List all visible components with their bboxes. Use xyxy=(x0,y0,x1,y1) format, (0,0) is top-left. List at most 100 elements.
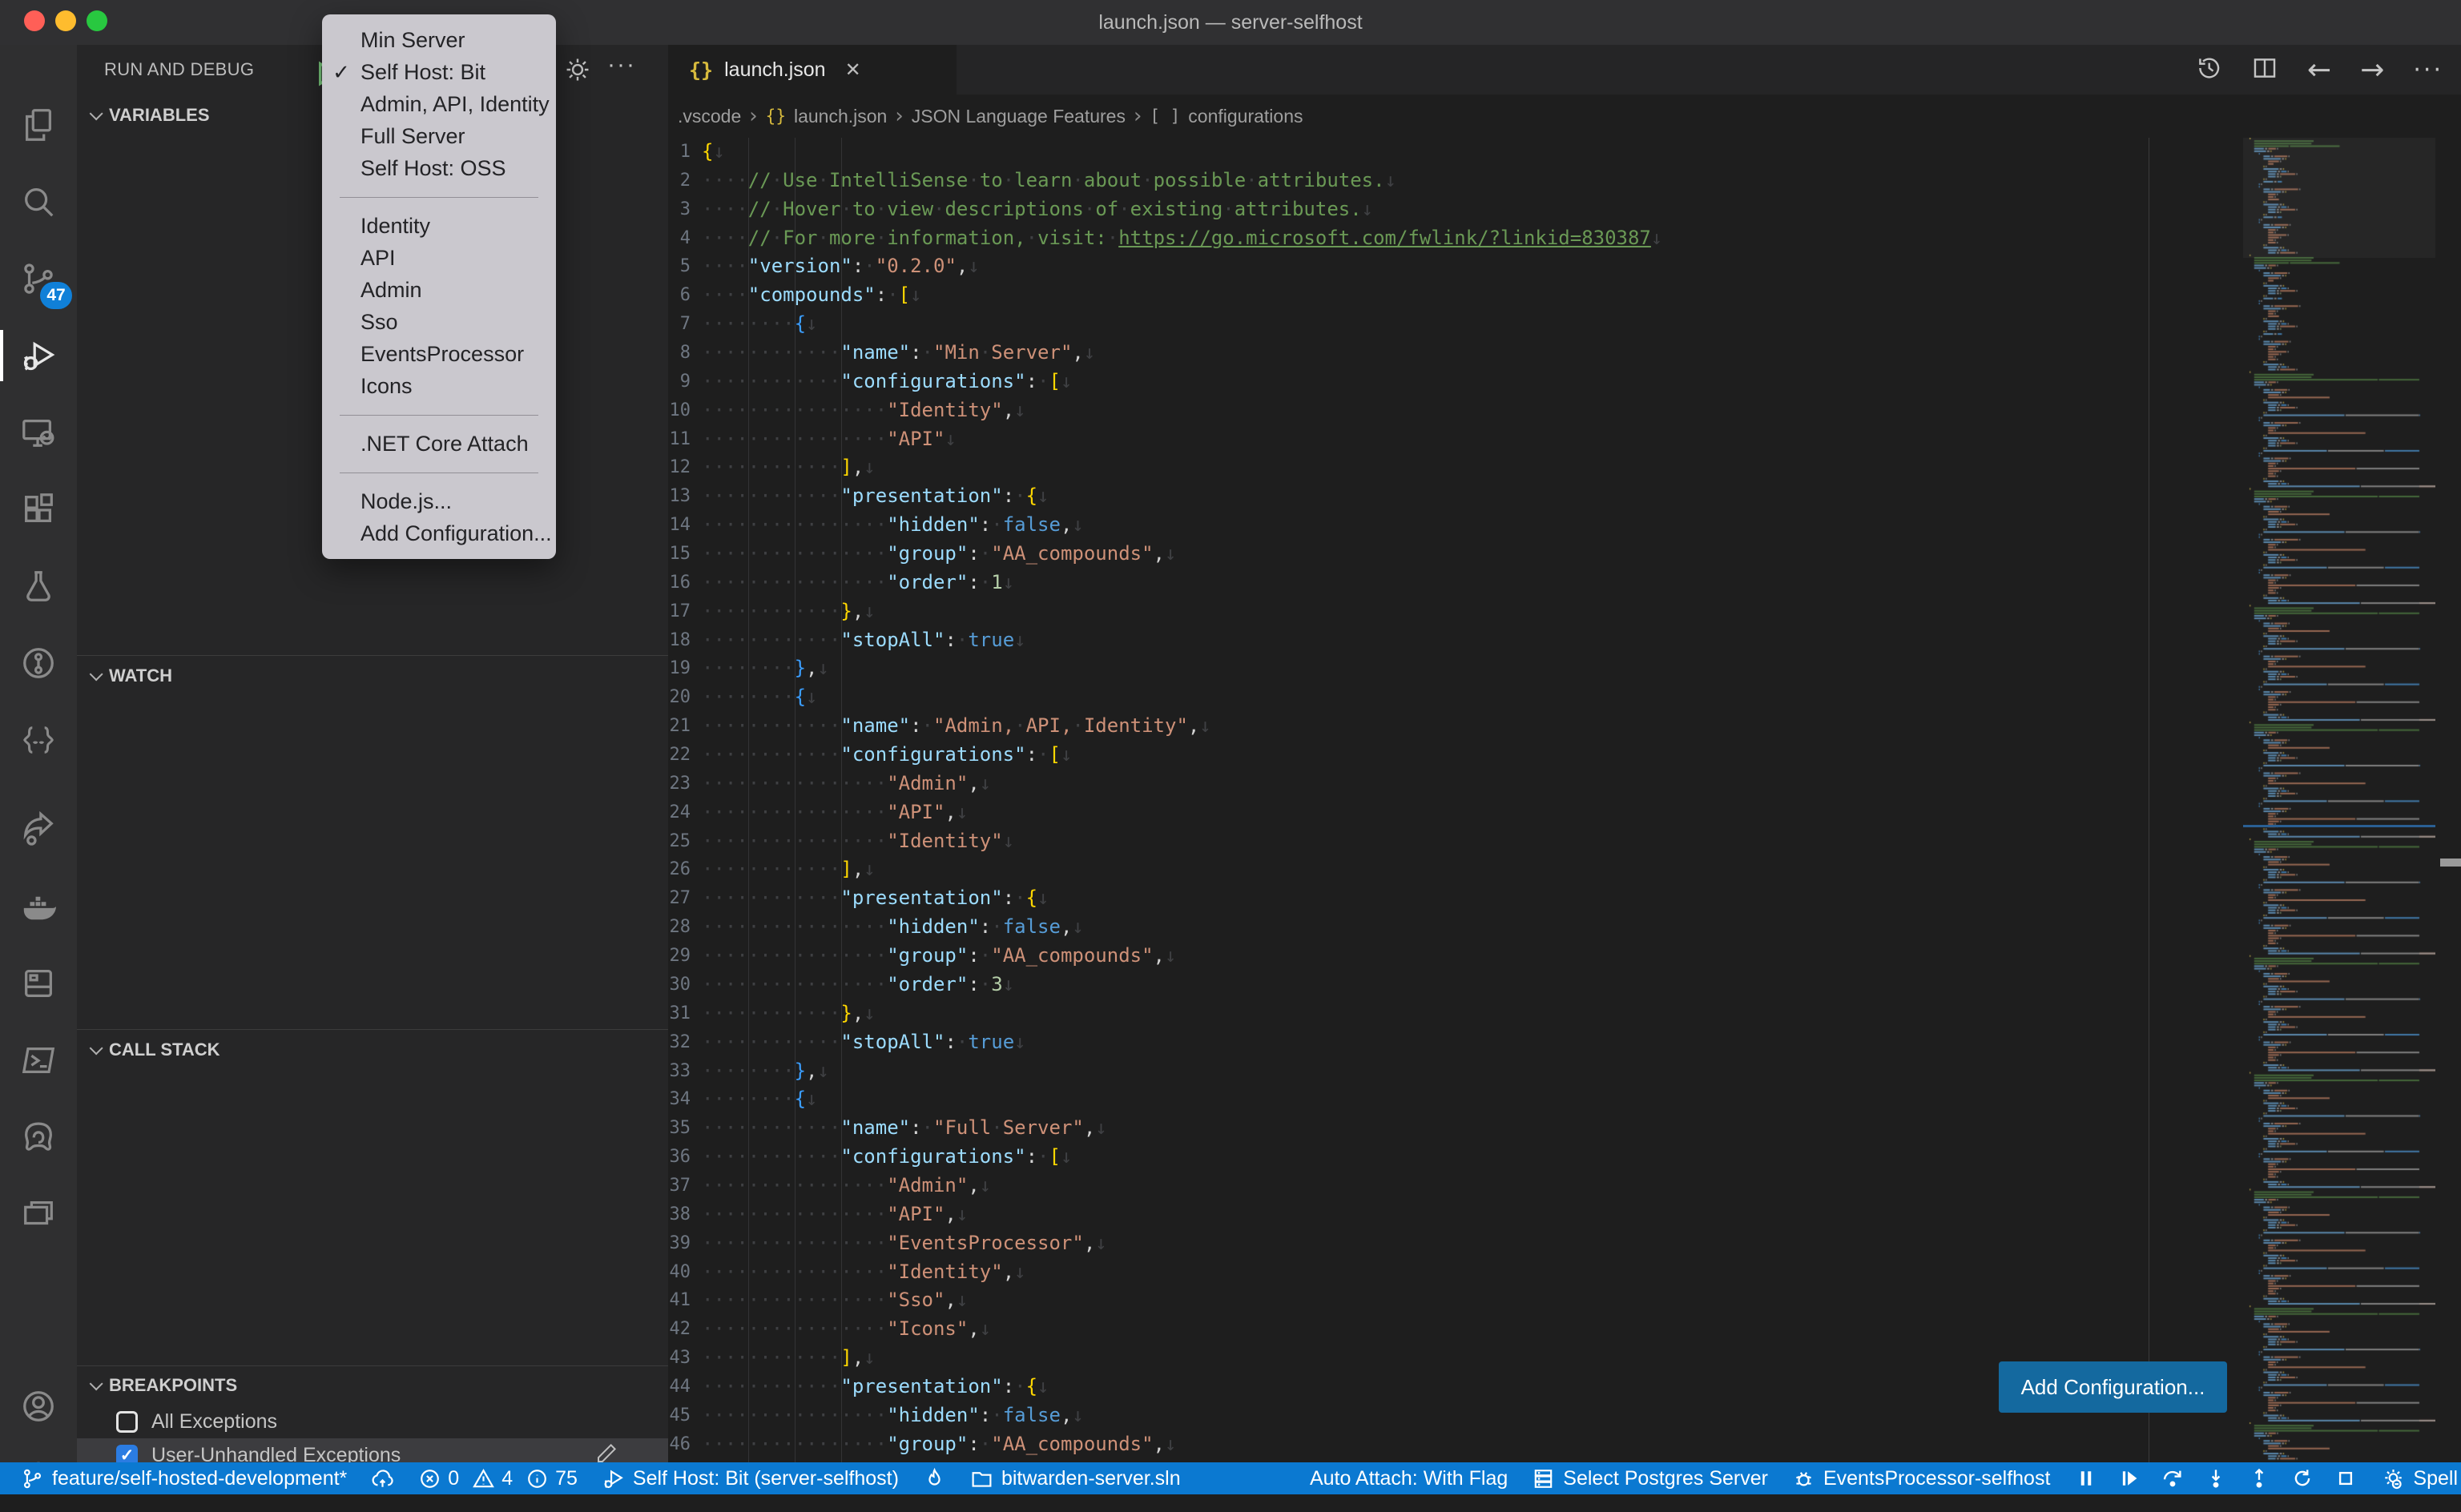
line-number[interactable]: 23 xyxy=(668,770,691,798)
line-number[interactable]: 3 xyxy=(668,195,691,224)
menu-item-api[interactable]: API xyxy=(322,242,556,274)
menu-item-self-host-bit[interactable]: ✓Self Host: Bit xyxy=(322,56,556,88)
line-number[interactable]: 20 xyxy=(668,683,691,712)
menu-item-add-configuration[interactable]: Add Configuration... xyxy=(322,517,556,549)
flame-item[interactable] xyxy=(923,1467,946,1490)
menu-item-min-server[interactable]: Min Server xyxy=(322,24,556,56)
solution-item[interactable]: bitwarden-server.sln xyxy=(970,1467,1181,1490)
minimap[interactable] xyxy=(2243,138,2435,1462)
line-number[interactable]: 31 xyxy=(668,999,691,1028)
source-control-icon[interactable]: 47 xyxy=(0,243,77,314)
code-editor[interactable]: 1{↓2····//·Use·IntelliSense·to·learn·abo… xyxy=(668,138,2461,1462)
views-more-actions-icon[interactable]: ··· xyxy=(607,51,636,78)
line-number[interactable]: 34 xyxy=(668,1085,691,1114)
line-number[interactable]: 12 xyxy=(668,453,691,482)
line-number[interactable]: 36 xyxy=(668,1143,691,1172)
line-number[interactable]: 37 xyxy=(668,1172,691,1200)
menu-item-icons[interactable]: Icons xyxy=(322,370,556,402)
live-share-icon[interactable] xyxy=(0,794,77,865)
line-number[interactable]: 18 xyxy=(668,626,691,655)
more-actions-icon[interactable]: ··· xyxy=(2413,56,2443,84)
line-number[interactable]: 10 xyxy=(668,396,691,425)
continue-icon[interactable] xyxy=(2117,1466,2141,1490)
line-number[interactable]: 43 xyxy=(668,1344,691,1373)
line-number[interactable]: 26 xyxy=(668,855,691,884)
line-number[interactable]: 30 xyxy=(668,971,691,999)
menu-item-eventsprocessor[interactable]: EventsProcessor xyxy=(322,338,556,370)
variables-section-header[interactable]: VARIABLES xyxy=(90,98,210,133)
line-number[interactable]: 19 xyxy=(668,654,691,683)
explorer-icon[interactable] xyxy=(0,90,77,160)
git-branch-item[interactable]: feature/self-hosted-development* xyxy=(21,1467,347,1490)
line-number[interactable]: 11 xyxy=(668,425,691,454)
windows-layers-icon[interactable] xyxy=(0,1179,77,1249)
postgresql-icon[interactable] xyxy=(0,1102,77,1172)
line-number[interactable]: 35 xyxy=(668,1114,691,1143)
line-number[interactable]: 25 xyxy=(668,827,691,856)
line-number[interactable]: 15 xyxy=(668,540,691,569)
line-number[interactable]: 21 xyxy=(668,712,691,741)
line-number[interactable]: 4 xyxy=(668,224,691,253)
line-number[interactable]: 27 xyxy=(668,884,691,913)
line-number[interactable]: 28 xyxy=(668,913,691,942)
watch-section-header[interactable]: WATCH xyxy=(90,658,172,694)
problems-item[interactable]: 0 4 75 xyxy=(418,1467,578,1490)
line-number[interactable]: 32 xyxy=(668,1028,691,1057)
menu-item-full-server[interactable]: Full Server xyxy=(322,120,556,152)
line-number[interactable]: 7 xyxy=(668,310,691,339)
restart-icon[interactable] xyxy=(2290,1466,2314,1490)
docker-icon[interactable] xyxy=(0,871,77,942)
split-editor-icon[interactable] xyxy=(2251,54,2278,86)
menu-item-node-js[interactable]: Node.js... xyxy=(322,485,556,517)
line-number[interactable]: 13 xyxy=(668,482,691,511)
line-number[interactable]: 39 xyxy=(668,1229,691,1258)
add-configuration-button[interactable]: Add Configuration... xyxy=(1999,1361,2227,1413)
powershell-icon[interactable] xyxy=(0,1025,77,1096)
line-number[interactable]: 22 xyxy=(668,741,691,770)
line-number[interactable]: 46 xyxy=(668,1430,691,1459)
git-graph-icon[interactable] xyxy=(0,628,77,698)
run-and-debug-icon[interactable] xyxy=(0,320,77,391)
line-number[interactable]: 16 xyxy=(668,569,691,597)
line-number[interactable]: 41 xyxy=(668,1286,691,1315)
storage-icon[interactable] xyxy=(0,948,77,1019)
menu-item-admin[interactable]: Admin xyxy=(322,274,556,306)
debug-gear-icon[interactable] xyxy=(564,56,591,87)
line-number[interactable]: 8 xyxy=(668,339,691,368)
line-number[interactable]: 29 xyxy=(668,942,691,971)
breadcrumb-launch-json[interactable]: launch.json xyxy=(794,106,887,127)
checkbox-unchecked[interactable] xyxy=(116,1411,138,1433)
line-number[interactable]: 45 xyxy=(668,1401,691,1430)
spell-checker-item[interactable]: Spell xyxy=(2382,1467,2458,1490)
call-stack-section-header[interactable]: CALL STACK xyxy=(90,1032,220,1068)
minimap-slider[interactable] xyxy=(2243,138,2435,258)
debug-target-item[interactable]: Self Host: Bit (server-selfhost) xyxy=(602,1467,899,1490)
postgres-server-item[interactable]: Select Postgres Server xyxy=(1532,1467,1768,1490)
step-over-icon[interactable] xyxy=(2161,1466,2185,1490)
breadcrumb-configurations[interactable]: configurations xyxy=(1188,106,1303,127)
navigate-back-icon[interactable]: ← xyxy=(2307,54,2331,86)
test-explorer-icon[interactable] xyxy=(0,551,77,621)
breadcrumb-json-language-features[interactable]: JSON Language Features xyxy=(912,106,1126,127)
line-number[interactable]: 1 xyxy=(668,138,691,167)
menu-item-net-core-attach[interactable]: .NET Core Attach xyxy=(322,428,556,460)
line-number[interactable]: 9 xyxy=(668,368,691,396)
line-number[interactable]: 33 xyxy=(668,1057,691,1086)
search-icon[interactable] xyxy=(0,167,77,237)
scrollbar-thumb[interactable] xyxy=(2440,859,2461,867)
pause-icon[interactable] xyxy=(2074,1466,2098,1490)
line-number[interactable]: 14 xyxy=(668,511,691,540)
account-icon[interactable] xyxy=(0,1371,77,1442)
events-processor-item[interactable]: EventsProcessor-selfhost xyxy=(1792,1467,2050,1490)
line-number[interactable]: 6 xyxy=(668,281,691,310)
stop-icon[interactable] xyxy=(2334,1466,2358,1490)
close-tab-icon[interactable]: ✕ xyxy=(845,58,861,82)
line-number[interactable]: 17 xyxy=(668,597,691,626)
line-number[interactable]: 2 xyxy=(668,167,691,195)
breadcrumb-vscode[interactable]: .vscode xyxy=(678,106,741,127)
line-number[interactable]: 24 xyxy=(668,798,691,827)
line-number[interactable]: 5 xyxy=(668,252,691,281)
json-tools-icon[interactable] xyxy=(0,705,77,775)
navigate-forward-icon[interactable]: → xyxy=(2360,54,2384,86)
menu-item-self-host-oss[interactable]: Self Host: OSS xyxy=(322,152,556,184)
